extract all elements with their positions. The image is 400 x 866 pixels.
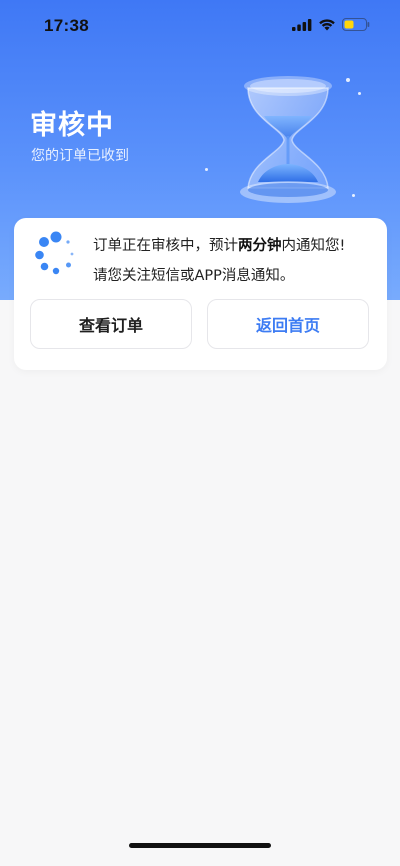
home-indicator[interactable] bbox=[129, 843, 271, 848]
status-card: 订单正在审核中，预计两分钟内通知您! 请您关注短信或APP消息通知。 查看订单 … bbox=[14, 218, 387, 370]
wifi-icon bbox=[319, 19, 335, 31]
back-home-button[interactable]: 返回首页 bbox=[207, 299, 369, 349]
review-message-suffix: 内通知您! bbox=[281, 238, 346, 254]
sparkle-decoration bbox=[205, 168, 208, 171]
review-message-prefix: 订单正在审核中，预计 bbox=[93, 238, 238, 254]
page-subtitle: 您的订单已收到 bbox=[31, 148, 129, 164]
status-bar: 17:38 bbox=[0, 0, 400, 54]
status-time: 17:38 bbox=[44, 16, 89, 35]
view-order-button[interactable]: 查看订单 bbox=[30, 299, 192, 349]
signal-icon bbox=[292, 18, 312, 31]
review-time-highlight: 两分钟 bbox=[238, 238, 282, 254]
review-message: 订单正在审核中，预计两分钟内通知您! bbox=[93, 234, 345, 255]
sparkle-decoration bbox=[358, 92, 361, 95]
page-title: 审核中 bbox=[30, 110, 114, 141]
notification-hint: 请您关注短信或APP消息通知。 bbox=[93, 268, 295, 284]
sparkle-decoration bbox=[352, 194, 355, 197]
status-icons bbox=[292, 18, 370, 31]
hourglass-icon bbox=[240, 76, 336, 203]
loading-spinner-icon bbox=[35, 231, 74, 275]
battery-icon bbox=[342, 18, 370, 31]
sparkle-decoration bbox=[346, 78, 350, 82]
